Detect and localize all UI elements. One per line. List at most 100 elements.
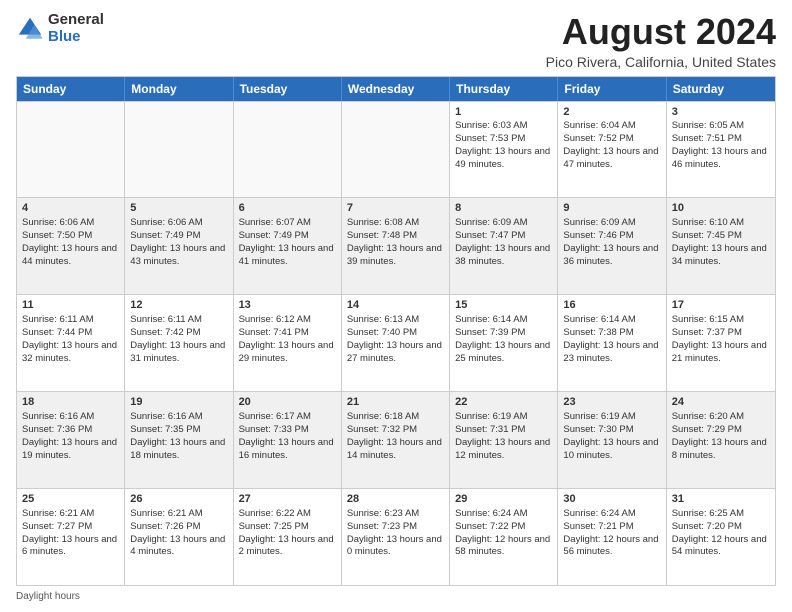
cal-cell-day-23: 23Sunrise: 6:19 AMSunset: 7:30 PMDayligh… <box>558 392 666 488</box>
day-info-line: Sunset: 7:50 PM <box>22 230 119 243</box>
cal-header-sunday: Sunday <box>17 77 125 101</box>
day-number: 1 <box>455 105 552 120</box>
cal-cell-day-11: 11Sunrise: 6:11 AMSunset: 7:44 PMDayligh… <box>17 295 125 391</box>
subtitle: Pico Rivera, California, United States <box>546 54 776 70</box>
day-number: 17 <box>672 298 770 313</box>
cal-cell-day-6: 6Sunrise: 6:07 AMSunset: 7:49 PMDaylight… <box>234 198 342 294</box>
cal-cell-day-3: 3Sunrise: 6:05 AMSunset: 7:51 PMDaylight… <box>667 102 775 198</box>
day-number: 9 <box>563 201 660 216</box>
day-info-line: Sunset: 7:33 PM <box>239 424 336 437</box>
cal-cell-day-8: 8Sunrise: 6:09 AMSunset: 7:47 PMDaylight… <box>450 198 558 294</box>
day-number: 5 <box>130 201 227 216</box>
cal-week-1: 1Sunrise: 6:03 AMSunset: 7:53 PMDaylight… <box>17 101 775 198</box>
day-info-line: Sunset: 7:37 PM <box>672 327 770 340</box>
day-number: 15 <box>455 298 552 313</box>
cal-cell-day-19: 19Sunrise: 6:16 AMSunset: 7:35 PMDayligh… <box>125 392 233 488</box>
day-info-line: Sunrise: 6:21 AM <box>22 508 119 521</box>
day-info-line: Sunset: 7:23 PM <box>347 521 444 534</box>
day-info-line: Sunset: 7:49 PM <box>239 230 336 243</box>
day-number: 14 <box>347 298 444 313</box>
cal-cell-day-12: 12Sunrise: 6:11 AMSunset: 7:42 PMDayligh… <box>125 295 233 391</box>
day-info-line: Sunrise: 6:05 AM <box>672 120 770 133</box>
day-info-line: Sunset: 7:41 PM <box>239 327 336 340</box>
day-info-line: Sunset: 7:53 PM <box>455 133 552 146</box>
cal-header-monday: Monday <box>125 77 233 101</box>
day-info-line: Sunrise: 6:11 AM <box>22 314 119 327</box>
cal-cell-day-15: 15Sunrise: 6:14 AMSunset: 7:39 PMDayligh… <box>450 295 558 391</box>
day-info-line: Sunrise: 6:24 AM <box>455 508 552 521</box>
logo: General Blue <box>16 12 104 45</box>
day-info-line: Sunset: 7:44 PM <box>22 327 119 340</box>
logo-icon <box>16 15 44 43</box>
day-info-line: Sunrise: 6:06 AM <box>130 217 227 230</box>
day-info-line: Sunset: 7:20 PM <box>672 521 770 534</box>
cal-cell-day-27: 27Sunrise: 6:22 AMSunset: 7:25 PMDayligh… <box>234 489 342 585</box>
day-info-line: Daylight: 13 hours and 25 minutes. <box>455 340 552 366</box>
day-number: 20 <box>239 395 336 410</box>
day-number: 7 <box>347 201 444 216</box>
cal-cell-day-13: 13Sunrise: 6:12 AMSunset: 7:41 PMDayligh… <box>234 295 342 391</box>
cal-cell-day-14: 14Sunrise: 6:13 AMSunset: 7:40 PMDayligh… <box>342 295 450 391</box>
day-info-line: Daylight: 13 hours and 16 minutes. <box>239 437 336 463</box>
day-number: 18 <box>22 395 119 410</box>
day-number: 21 <box>347 395 444 410</box>
header: General Blue August 2024 Pico Rivera, Ca… <box>16 12 776 70</box>
day-info-line: Sunset: 7:32 PM <box>347 424 444 437</box>
day-info-line: Sunset: 7:38 PM <box>563 327 660 340</box>
day-number: 13 <box>239 298 336 313</box>
day-info-line: Sunset: 7:46 PM <box>563 230 660 243</box>
cal-header-friday: Friday <box>558 77 666 101</box>
day-info-line: Sunrise: 6:20 AM <box>672 411 770 424</box>
day-info-line: Sunset: 7:30 PM <box>563 424 660 437</box>
day-info-line: Daylight: 13 hours and 43 minutes. <box>130 243 227 269</box>
cal-cell-day-7: 7Sunrise: 6:08 AMSunset: 7:48 PMDaylight… <box>342 198 450 294</box>
day-info-line: Daylight: 13 hours and 12 minutes. <box>455 437 552 463</box>
day-number: 28 <box>347 492 444 507</box>
day-info-line: Sunrise: 6:11 AM <box>130 314 227 327</box>
day-info-line: Sunrise: 6:25 AM <box>672 508 770 521</box>
day-number: 2 <box>563 105 660 120</box>
main-title: August 2024 <box>546 12 776 52</box>
day-info-line: Sunrise: 6:16 AM <box>22 411 119 424</box>
day-info-line: Daylight: 13 hours and 4 minutes. <box>130 534 227 560</box>
day-info-line: Daylight: 13 hours and 23 minutes. <box>563 340 660 366</box>
day-number: 23 <box>563 395 660 410</box>
day-info-line: Daylight: 13 hours and 36 minutes. <box>563 243 660 269</box>
cal-cell-day-28: 28Sunrise: 6:23 AMSunset: 7:23 PMDayligh… <box>342 489 450 585</box>
cal-week-2: 4Sunrise: 6:06 AMSunset: 7:50 PMDaylight… <box>17 197 775 294</box>
day-info-line: Sunset: 7:26 PM <box>130 521 227 534</box>
day-info-line: Sunrise: 6:23 AM <box>347 508 444 521</box>
day-info-line: Sunrise: 6:09 AM <box>455 217 552 230</box>
day-info-line: Daylight: 12 hours and 58 minutes. <box>455 534 552 560</box>
title-block: August 2024 Pico Rivera, California, Uni… <box>546 12 776 70</box>
day-info-line: Daylight: 13 hours and 19 minutes. <box>22 437 119 463</box>
cal-cell-day-5: 5Sunrise: 6:06 AMSunset: 7:49 PMDaylight… <box>125 198 233 294</box>
day-number: 24 <box>672 395 770 410</box>
cal-cell-empty <box>125 102 233 198</box>
day-info-line: Sunrise: 6:06 AM <box>22 217 119 230</box>
cal-cell-day-31: 31Sunrise: 6:25 AMSunset: 7:20 PMDayligh… <box>667 489 775 585</box>
day-info-line: Sunset: 7:42 PM <box>130 327 227 340</box>
cal-cell-day-17: 17Sunrise: 6:15 AMSunset: 7:37 PMDayligh… <box>667 295 775 391</box>
day-info-line: Sunset: 7:27 PM <box>22 521 119 534</box>
day-info-line: Sunset: 7:22 PM <box>455 521 552 534</box>
day-info-line: Sunrise: 6:14 AM <box>563 314 660 327</box>
day-info-line: Sunrise: 6:09 AM <box>563 217 660 230</box>
day-number: 3 <box>672 105 770 120</box>
cal-cell-day-21: 21Sunrise: 6:18 AMSunset: 7:32 PMDayligh… <box>342 392 450 488</box>
day-number: 6 <box>239 201 336 216</box>
day-number: 10 <box>672 201 770 216</box>
day-info-line: Daylight: 12 hours and 54 minutes. <box>672 534 770 560</box>
calendar-header-row: SundayMondayTuesdayWednesdayThursdayFrid… <box>17 77 775 101</box>
day-info-line: Daylight: 13 hours and 49 minutes. <box>455 146 552 172</box>
day-info-line: Daylight: 13 hours and 44 minutes. <box>22 243 119 269</box>
day-info-line: Daylight: 13 hours and 47 minutes. <box>563 146 660 172</box>
page: General Blue August 2024 Pico Rivera, Ca… <box>0 0 792 612</box>
day-info-line: Sunset: 7:29 PM <box>672 424 770 437</box>
day-number: 27 <box>239 492 336 507</box>
cal-cell-day-26: 26Sunrise: 6:21 AMSunset: 7:26 PMDayligh… <box>125 489 233 585</box>
day-info-line: Sunrise: 6:19 AM <box>563 411 660 424</box>
cal-cell-day-2: 2Sunrise: 6:04 AMSunset: 7:52 PMDaylight… <box>558 102 666 198</box>
footer-label: Daylight hours <box>16 591 80 602</box>
day-info-line: Sunset: 7:48 PM <box>347 230 444 243</box>
